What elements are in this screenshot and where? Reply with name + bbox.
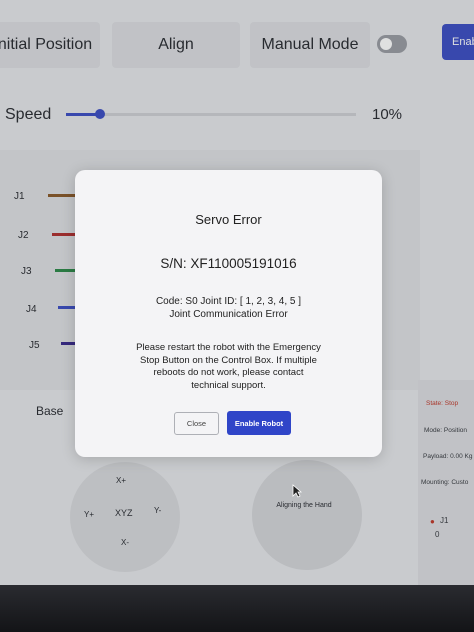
close-button[interactable]: Close: [174, 412, 219, 435]
error-message: Please restart the robot with the Emerge…: [136, 342, 321, 391]
monitor-bezel: [0, 585, 474, 632]
dialog-title: Servo Error: [195, 212, 262, 227]
robot-control-screen: nitial Position Align Manual Mode Enab S…: [0, 0, 474, 585]
enable-robot-label: Enable Robot: [234, 418, 284, 428]
mouse-cursor-icon: [292, 484, 302, 498]
servo-error-dialog: Servo Error S/N: XF110005191016 Code: S0…: [75, 170, 382, 457]
error-code: Code: S0 Joint ID: [ 1, 2, 3, 4, 5 ] Joi…: [75, 295, 382, 321]
serial-number: S/N: XF110005191016: [160, 256, 297, 271]
close-button-label: Close: [186, 419, 207, 428]
error-description: Joint Communication Error: [169, 309, 288, 320]
enable-robot-button[interactable]: Enable Robot: [227, 411, 291, 435]
error-code-line: Code: S0 Joint ID: [ 1, 2, 3, 4, 5 ]: [155, 296, 302, 307]
